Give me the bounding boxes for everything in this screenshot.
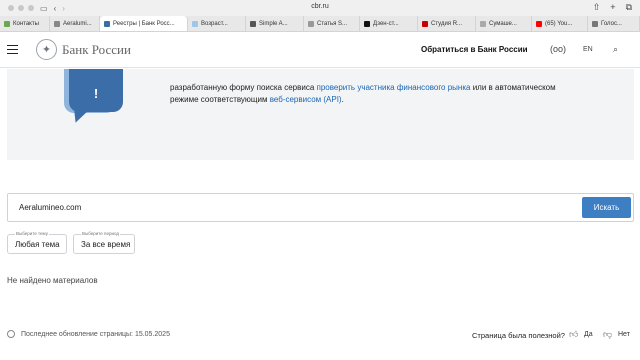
topic-filter-select[interactable]: Выберите тему Любая тема <box>7 231 67 254</box>
browser-tab[interactable]: Дзен-ст... <box>360 16 418 31</box>
tab-label: Статья S... <box>317 20 348 27</box>
tab-label: Aeralumi... <box>63 20 92 27</box>
no-button[interactable]: Нет <box>618 331 630 338</box>
search-icon[interactable]: ⌕ <box>613 44 618 55</box>
tab-label: Контакты <box>13 20 39 27</box>
tab-favicon-icon <box>422 20 428 27</box>
forward-arrow-icon[interactable]: › <box>62 4 65 13</box>
period-filter-label: Выберите период <box>81 231 121 236</box>
tab-label: (65) You... <box>545 20 573 27</box>
tab-label: Simple A... <box>259 20 288 27</box>
period-filter-value: За все время <box>81 240 131 249</box>
thumbs-up-icon[interactable]: 👍︎ <box>569 329 578 340</box>
sidebar-toggle-icon[interactable]: ▭ <box>40 4 48 13</box>
logo-text: Банк России <box>62 41 131 57</box>
tab-favicon-icon <box>54 20 60 27</box>
tab-label: Сумаше... <box>489 20 517 27</box>
period-filter-select[interactable]: Выберите период За все время <box>73 231 135 254</box>
thumbs-down-icon[interactable]: 👎︎ <box>603 329 612 340</box>
browser-tab[interactable]: (65) You... <box>532 16 588 31</box>
yes-button[interactable]: Да <box>584 331 593 338</box>
tab-label: Дзен-ст... <box>373 20 399 27</box>
browser-tab[interactable]: Сумаше... <box>476 16 532 31</box>
banner-text-part: . <box>341 95 344 104</box>
tab-favicon-icon <box>536 20 542 27</box>
accessibility-glasses-icon[interactable]: (oo) <box>550 44 566 54</box>
browser-tab[interactable]: Студия R... <box>418 16 476 31</box>
tab-label: Возраст... <box>201 20 228 27</box>
tab-favicon-icon <box>192 20 198 27</box>
check-participant-link[interactable]: проверить участника финансового рынка <box>317 83 471 92</box>
tab-favicon-icon <box>308 20 314 27</box>
new-tab-icon[interactable]: + <box>610 2 615 13</box>
clock-icon <box>7 330 15 338</box>
banner-text: разработанную форму поиска сервиса прове… <box>170 82 590 106</box>
address-bar[interactable]: cbr.ru <box>311 3 329 10</box>
last-update-text: Последнее обновление страницы: 15.05.202… <box>21 331 170 338</box>
page-footer-row: Последнее обновление страницы: 15.05.202… <box>0 326 640 344</box>
browser-tab[interactable]: Статья S... <box>304 16 360 31</box>
browser-tab[interactable]: Голос... <box>588 16 640 31</box>
browser-tab[interactable]: Возраст... <box>188 16 246 31</box>
api-web-service-link[interactable]: веб-сервисом (API) <box>270 95 342 104</box>
browser-tab[interactable]: Контакты <box>0 16 50 31</box>
banner-text-part: разработанную форму поиска сервиса <box>170 83 317 92</box>
alert-mark: ! <box>93 86 99 101</box>
window-controls <box>8 5 34 11</box>
close-window-button[interactable] <box>8 5 14 11</box>
eagle-emblem-icon: ✦ <box>36 39 57 60</box>
search-form: Искать <box>7 193 634 222</box>
topic-filter-label: Выберите тему <box>15 231 49 236</box>
browser-tab[interactable]: Simple A... <box>246 16 304 31</box>
tab-favicon-icon <box>480 20 486 27</box>
browser-tab-bar: Контакты Aeralumi... Реестры | Банк Росс… <box>0 16 640 32</box>
tab-label: Реестры | Банк Росс... <box>113 20 175 27</box>
back-arrow-icon[interactable]: ‹ <box>54 4 57 13</box>
search-input[interactable] <box>19 203 519 212</box>
banner-text-part: или в автоматическом <box>470 83 556 92</box>
zoom-window-button[interactable] <box>28 5 34 11</box>
menu-icon[interactable] <box>7 45 18 54</box>
helpful-question: Страница была полезной? <box>472 331 565 340</box>
browser-toolbar: ▭ ‹ › cbr.ru ⇧ + ⧉ <box>0 0 640 16</box>
language-switch[interactable]: EN <box>583 46 593 53</box>
no-results-message: Не найдено материалов <box>7 276 98 285</box>
tab-favicon-icon <box>364 20 370 27</box>
search-button[interactable]: Искать <box>582 197 631 218</box>
info-banner: ! разработанную форму поиска сервиса про… <box>7 69 634 160</box>
tab-label: Голос... <box>601 20 622 27</box>
topic-filter-value: Любая тема <box>15 240 60 249</box>
banner-text-part: режиме соответствующим <box>170 95 270 104</box>
site-header: ✦ Банк России Обратиться в Банк России (… <box>0 32 640 68</box>
tab-favicon-icon <box>104 20 110 27</box>
minimize-window-button[interactable] <box>18 5 24 11</box>
site-logo[interactable]: ✦ Банк России <box>36 39 131 60</box>
tab-favicon-icon <box>592 20 598 27</box>
contact-bank-link[interactable]: Обратиться в Банк России <box>421 45 528 54</box>
browser-tab[interactable]: Aeralumi... <box>50 16 100 31</box>
tab-favicon-icon <box>4 20 10 27</box>
tab-favicon-icon <box>250 20 256 27</box>
alert-bubble-icon: ! <box>69 69 123 112</box>
tab-label: Студия R... <box>431 20 463 27</box>
browser-tab-active[interactable]: Реестры | Банк Росс... <box>100 16 188 31</box>
tab-overview-icon[interactable]: ⧉ <box>626 2 632 13</box>
share-icon[interactable]: ⇧ <box>593 2 601 13</box>
